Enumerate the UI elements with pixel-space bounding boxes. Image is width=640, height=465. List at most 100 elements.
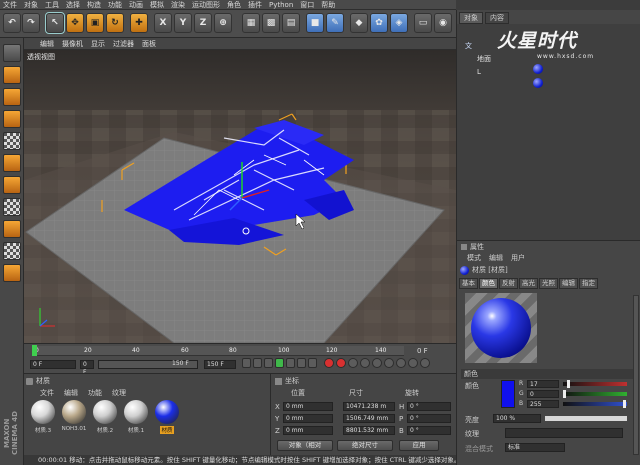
menu-item-0[interactable]: 文件 (3, 0, 17, 10)
attr-menu-item[interactable]: 用户 (511, 253, 525, 263)
channel-field[interactable]: 0 (527, 390, 559, 398)
first-frame-icon[interactable] (242, 358, 251, 368)
floor-icon[interactable]: ▭ (414, 13, 432, 33)
perspective-viewport[interactable]: 透视视图 ✥ ⟲ ⤢ ▢ (24, 50, 456, 343)
material-menu-item[interactable]: 编辑 (64, 388, 78, 398)
menu-item-9[interactable]: 运动图形 (192, 0, 220, 10)
select-tool-icon[interactable]: ↖ (45, 12, 65, 34)
render-view-icon[interactable]: ▦ (242, 13, 260, 33)
polygons-mode-icon[interactable] (3, 176, 21, 194)
make-editable-icon[interactable] (3, 44, 21, 62)
menu-item-11[interactable]: 插件 (248, 0, 262, 10)
edges-mode-icon[interactable] (3, 154, 21, 172)
points-mode-icon[interactable] (3, 132, 21, 150)
size-mode-select[interactable]: 绝对尺寸 (337, 440, 393, 451)
record-icon[interactable] (324, 358, 334, 368)
attr-tab[interactable]: 编辑 (559, 278, 578, 289)
prev-key-icon[interactable] (253, 358, 262, 368)
menu-item-2[interactable]: 工具 (45, 0, 59, 10)
menu-item-14[interactable]: 帮助 (321, 0, 335, 10)
rotation-field[interactable]: 0 ° (407, 426, 451, 435)
end-frame-field[interactable]: 150 F (204, 360, 236, 369)
rotation-field[interactable]: 0 ° (407, 414, 451, 423)
menu-item-10[interactable]: 角色 (227, 0, 241, 10)
anim-menu-icon[interactable] (420, 358, 430, 368)
material-item[interactable]: NOH3.01 (61, 400, 87, 434)
start-frame-field[interactable]: 0 F (30, 360, 76, 369)
array-icon[interactable]: ✿ (370, 13, 388, 33)
material-item[interactable]: 材质.2 (92, 400, 118, 434)
material-item[interactable]: 材质.3 (30, 400, 56, 434)
scale-tool-icon[interactable]: ▣ (86, 13, 104, 33)
coord-mode-select[interactable]: 对象（相对 (277, 440, 333, 451)
last-frame-icon[interactable] (308, 358, 317, 368)
brightness-slider[interactable] (545, 416, 627, 421)
menu-item-7[interactable]: 模拟 (150, 0, 164, 10)
z-axis-icon[interactable]: Z (194, 13, 212, 33)
channel-slider[interactable] (563, 390, 627, 398)
viewport-menu-item[interactable]: 面板 (142, 39, 156, 49)
attr-tab[interactable]: 反射 (499, 278, 518, 289)
brightness-field[interactable]: 100 % (493, 414, 541, 423)
size-field[interactable]: 10471.238 m (343, 402, 395, 411)
position-field[interactable]: 0 mm (283, 402, 333, 411)
cube-icon[interactable]: ■ (306, 13, 324, 33)
x-axis-icon[interactable]: X (154, 13, 172, 33)
param-key-icon[interactable] (396, 358, 406, 368)
size-field[interactable]: 8801.532 mm (343, 426, 395, 435)
workplane-icon[interactable] (3, 110, 21, 128)
menu-item-4[interactable]: 构造 (87, 0, 101, 10)
material-menu-item[interactable]: 纹理 (112, 388, 126, 398)
menu-item-5[interactable]: 功能 (108, 0, 122, 10)
current-frame-field[interactable]: 0 F (80, 360, 94, 376)
object-item[interactable]: L (465, 66, 491, 79)
auto-key-icon[interactable] (336, 358, 346, 368)
coord-system-icon[interactable]: ⊕ (214, 13, 232, 33)
next-frame-icon[interactable] (286, 358, 295, 368)
menu-item-8[interactable]: 渲染 (171, 0, 185, 10)
viewport-menu-item[interactable]: 编辑 (40, 39, 54, 49)
point-level-icon[interactable] (408, 358, 418, 368)
object-tab[interactable]: 内容 (485, 12, 509, 24)
snap-icon[interactable] (3, 220, 21, 238)
layer-icon[interactable] (3, 264, 21, 282)
render-settings-icon[interactable]: ▤ (282, 13, 300, 33)
material-menu-item[interactable]: 功能 (88, 388, 102, 398)
attr-menu-item[interactable]: 编辑 (489, 253, 503, 263)
undo-icon[interactable]: ↶ (3, 13, 21, 33)
lock-icon[interactable] (3, 242, 21, 260)
camera-icon[interactable]: ◉ (434, 13, 452, 33)
object-tab[interactable]: 对象 (459, 12, 483, 24)
material-menu-item[interactable]: 文件 (40, 388, 54, 398)
menu-item-6[interactable]: 动画 (129, 0, 143, 10)
material-item[interactable]: 材质.1 (123, 400, 149, 434)
position-key-icon[interactable] (360, 358, 370, 368)
apply-button[interactable]: 应用 (399, 440, 439, 451)
object-material-tag[interactable] (533, 78, 543, 88)
channel-slider[interactable] (563, 380, 627, 388)
viewport-menu-item[interactable]: 过滤器 (113, 39, 134, 49)
menu-item-1[interactable]: 对象 (24, 0, 38, 10)
object-material-tag[interactable] (533, 64, 543, 74)
scale-key-icon[interactable] (384, 358, 394, 368)
attr-menu-item[interactable]: 模式 (467, 253, 481, 263)
texture-field[interactable] (505, 428, 623, 438)
rotation-key-icon[interactable] (372, 358, 382, 368)
next-key-icon[interactable] (297, 358, 306, 368)
prev-frame-icon[interactable] (264, 358, 273, 368)
axis-mode-icon[interactable] (3, 198, 21, 216)
attr-tab[interactable]: 指定 (579, 278, 598, 289)
timeline-playhead[interactable] (32, 345, 37, 356)
deformer-icon[interactable]: ◈ (390, 13, 408, 33)
channel-field[interactable]: 255 (527, 400, 559, 408)
model-mode-icon[interactable] (3, 66, 21, 84)
redo-icon[interactable]: ↷ (22, 13, 40, 33)
size-field[interactable]: 1506.749 mm (343, 414, 395, 423)
add-icon[interactable]: ✚ (130, 13, 148, 33)
channel-slider-knob[interactable] (563, 390, 566, 398)
position-field[interactable]: 0 mm (283, 426, 333, 435)
menu-item-12[interactable]: Python (269, 1, 293, 9)
keyframe-select-icon[interactable] (348, 358, 358, 368)
attr-tab[interactable]: 光照 (539, 278, 558, 289)
mix-mode-select[interactable]: 标准 (505, 443, 565, 452)
